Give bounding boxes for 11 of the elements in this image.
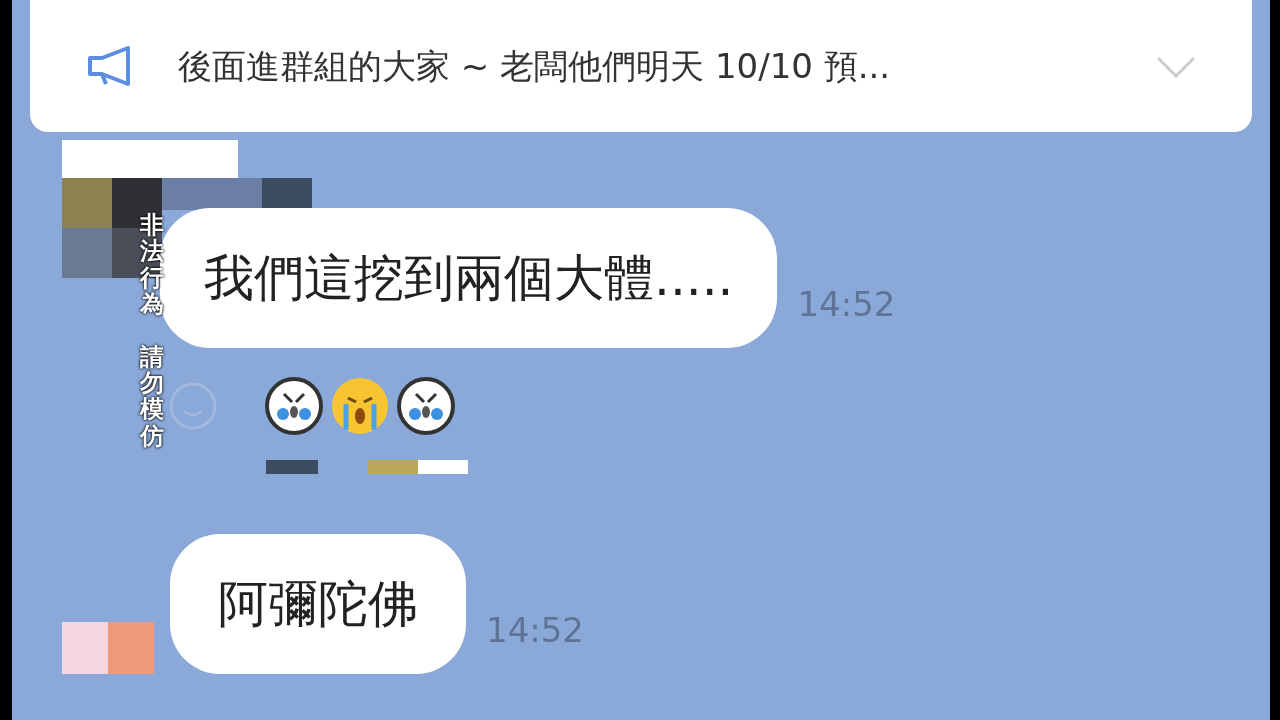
pixelated-name [266, 460, 318, 474]
chevron-down-icon[interactable] [1156, 54, 1196, 78]
message-time: 14:52 [486, 609, 584, 652]
crying-face-icon [396, 376, 456, 436]
message-time: 14:52 [797, 283, 896, 326]
smiley-icon[interactable] [168, 381, 218, 431]
crying-face-icon [330, 376, 390, 436]
message-bubble: 阿彌陀佛 [170, 534, 466, 674]
announcement-text: 後面進群組的大家 ~ 老闆他們明天 10/10 預... [178, 44, 892, 88]
crying-face-icon [264, 376, 324, 436]
announcement-bar[interactable]: 後面進群組的大家 ~ 老闆他們明天 10/10 預... [30, 0, 1252, 132]
